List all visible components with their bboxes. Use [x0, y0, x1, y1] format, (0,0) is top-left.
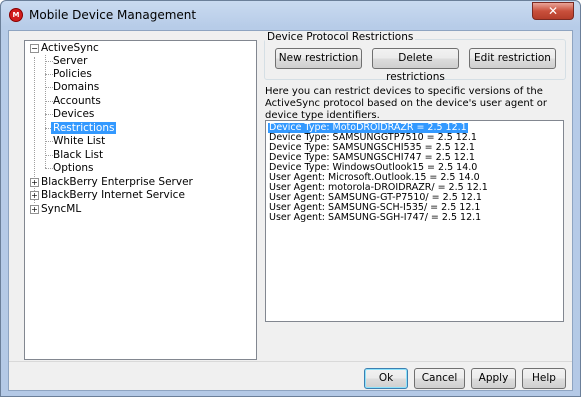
- navigation-tree[interactable]: − ActiveSync Server Policies Domains Acc…: [24, 40, 257, 360]
- delete-restrictions-button[interactable]: Delete restrictions: [372, 48, 459, 83]
- tree-item-restrictions[interactable]: Restrictions: [51, 122, 117, 135]
- tree-item-policies[interactable]: Policies: [53, 68, 92, 81]
- tree-connector-line: [45, 141, 53, 142]
- expand-icon[interactable]: +: [30, 205, 39, 214]
- expand-icon[interactable]: +: [30, 178, 39, 187]
- tree-item-label: Domains: [53, 81, 100, 93]
- tree-connector-line: [45, 168, 53, 169]
- expand-icon[interactable]: +: [30, 191, 39, 200]
- tree-connector-line: [45, 114, 53, 115]
- tree-connector-line: [45, 55, 46, 168]
- tree-connector-line: [45, 74, 53, 75]
- list-item[interactable]: User Agent: SAMSUNG-SGH-I747/ = 2.5 12.1: [268, 213, 482, 223]
- restrictions-list[interactable]: Device Type: MotoDROIDRAZR = 2.5 12.1 De…: [265, 120, 564, 322]
- tree-item-label: Accounts: [53, 95, 101, 107]
- help-button[interactable]: Help: [522, 368, 566, 389]
- tree-item-label: SyncML: [41, 203, 82, 215]
- tree-item-server[interactable]: Server: [53, 55, 87, 68]
- footer-divider: [9, 361, 572, 362]
- tree-item-label: Devices: [53, 108, 95, 120]
- tree-connector-line: [45, 61, 53, 62]
- tree-item-black-list[interactable]: Black List: [53, 149, 103, 162]
- tree-item-accounts[interactable]: Accounts: [53, 95, 101, 108]
- dialog-client-area: − ActiveSync Server Policies Domains Acc…: [8, 30, 573, 391]
- close-button[interactable]: ✕: [532, 2, 574, 20]
- title-bar[interactable]: M Mobile Device Management ✕: [1, 1, 580, 29]
- tree-item-label: BlackBerry Internet Service: [41, 189, 185, 201]
- tree-connector-line: [45, 87, 53, 88]
- dialog-window: M Mobile Device Management ✕ − ActiveSyn…: [0, 0, 581, 397]
- collapse-icon[interactable]: −: [30, 44, 39, 53]
- tree-item-domains[interactable]: Domains: [53, 81, 99, 94]
- tree-item-label: ActiveSync: [41, 42, 99, 54]
- group-title: Device Protocol Restrictions: [265, 31, 416, 43]
- tree-connector-line: [45, 155, 53, 156]
- tree-item-white-list[interactable]: White List: [53, 135, 105, 148]
- tree-item-label: Options: [53, 162, 94, 174]
- tree-item-label: Server: [53, 55, 88, 67]
- restrictions-description: Here you can restrict devices to specifi…: [265, 86, 548, 121]
- app-icon: M: [9, 8, 23, 22]
- tree-item-devices[interactable]: Devices: [53, 108, 94, 121]
- tree-item-label: Policies: [53, 68, 92, 80]
- apply-button[interactable]: Apply: [471, 368, 516, 389]
- tree-item-label: BlackBerry Enterprise Server: [41, 176, 193, 188]
- tree-connector-line: [45, 101, 53, 102]
- new-restriction-button[interactable]: New restriction: [275, 48, 362, 69]
- tree-item-label: Black List: [53, 149, 104, 161]
- tree-item-label: Restrictions: [51, 122, 117, 134]
- ok-button[interactable]: Ok: [364, 368, 408, 389]
- cancel-button[interactable]: Cancel: [414, 368, 465, 389]
- tree-item-label: White List: [53, 135, 106, 147]
- edit-restriction-button[interactable]: Edit restriction: [469, 48, 556, 69]
- window-title: Mobile Device Management: [29, 8, 197, 22]
- tree-item-options[interactable]: Options: [53, 162, 94, 175]
